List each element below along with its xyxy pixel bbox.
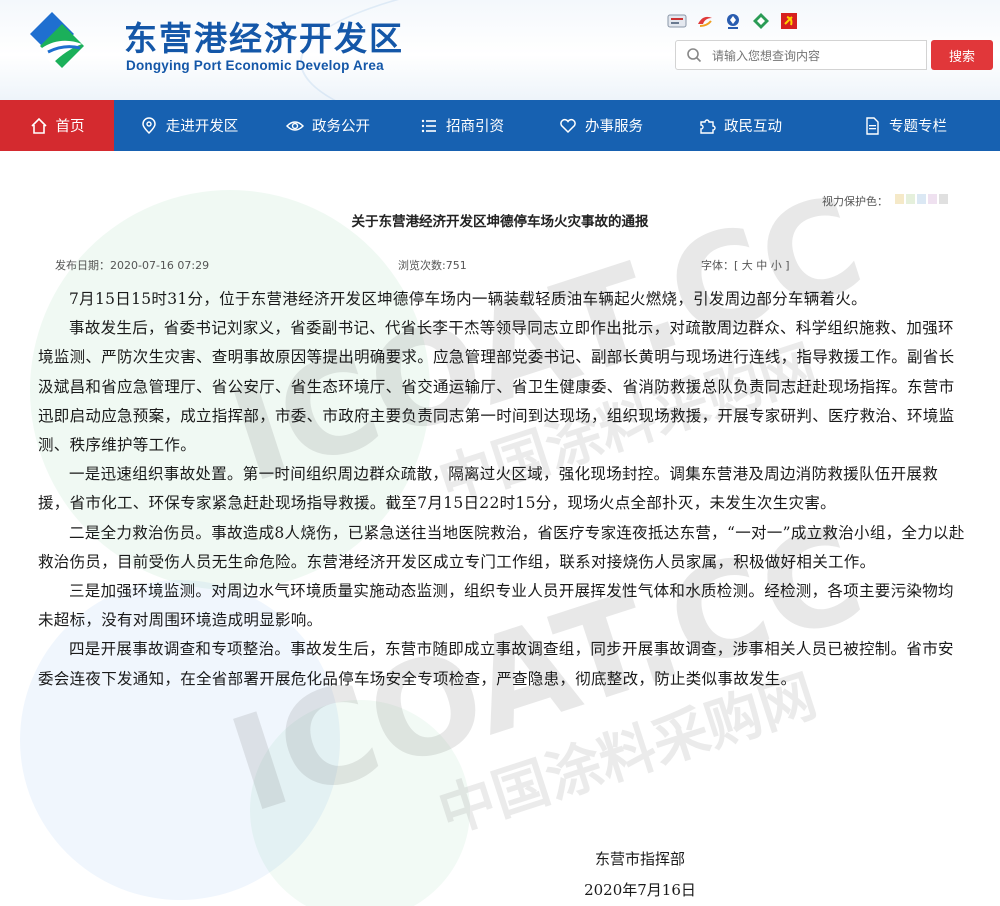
article-paragraph: 三是加强环境监测。对周边水气环境质量实施动态监测，组织专业人员开展挥发性气体和水…: [38, 582, 954, 630]
document-icon: [866, 116, 879, 135]
article-title: 关于东营港经济开发区坤德停车场火灾事故的通报: [351, 214, 649, 230]
header-quick-icons: [667, 12, 799, 30]
vision-swatch[interactable]: [895, 194, 904, 204]
main-nav: 首页 走进开发区 政务公开 招商引资 办事服务 政民互动 专题专栏: [0, 100, 1000, 151]
puzzle-icon: [700, 118, 716, 134]
vision-color-label: 视力保护色：: [822, 195, 888, 208]
search-box: [675, 40, 927, 70]
article-paragraph: 事故发生后，省委书记刘家义，省委副书记、代省长李干杰等领导同志立即作出批示，对疏…: [38, 319, 955, 455]
search-input[interactable]: [710, 45, 924, 67]
font-size-switch[interactable]: 字体：[ 大 中 小 ]: [701, 257, 790, 273]
emblem-icon[interactable]: [723, 12, 743, 30]
nav-item-about[interactable]: 走进开发区: [114, 100, 264, 151]
nav-item-services[interactable]: 办事服务: [532, 100, 670, 151]
nav-item-home[interactable]: 首页: [0, 100, 114, 151]
map-pin-icon: [141, 116, 156, 134]
article-paragraph: 一是迅速组织事故处置。第一时间组织周边群众疏散，隔离过火区域，强化现场封控。调集…: [38, 465, 939, 513]
weibo-icon[interactable]: [667, 12, 687, 30]
nav-item-gov-affairs[interactable]: 政务公开: [264, 100, 392, 151]
article-signature: 东营市指挥部: [594, 850, 685, 868]
publish-date: 发布日期：2020-07-16 07:29: [55, 259, 210, 272]
vision-swatch[interactable]: [906, 194, 915, 204]
vision-swatch[interactable]: [939, 194, 948, 204]
nav-item-label: 招商引资: [446, 119, 504, 135]
article-paragraph: 7月15日15时31分，位于东营港经济开发区坤德停车场内一辆装载轻质油车辆起火燃…: [69, 290, 867, 308]
article-paragraph: 二是全力救治伤员。事故造成8人烧伤，已紧急送往当地医院救治，省医疗专家连夜抵达东…: [38, 523, 965, 571]
article-date: 2020年7月16日: [584, 881, 696, 899]
article-body: 7月15日15时31分，位于东营港经济开发区坤德停车场内一辆装载轻质油车辆起火燃…: [38, 285, 966, 694]
search-icon: [687, 48, 702, 63]
site-name-cn[interactable]: 东营港经济开发区: [124, 12, 404, 60]
home-icon: [30, 117, 47, 134]
swirl-icon[interactable]: [695, 12, 715, 30]
nav-item-label: 走进开发区: [165, 119, 239, 135]
nav-item-label: 专题专栏: [889, 119, 947, 135]
heart-icon: [560, 118, 576, 133]
site-name-en: Dongying Port Economic Develop Area: [126, 58, 384, 73]
vision-color-swatches: [895, 194, 948, 204]
view-count: 浏览次数:751: [398, 259, 467, 272]
nav-item-label: 首页: [55, 119, 85, 135]
nav-item-investment[interactable]: 招商引资: [392, 100, 532, 151]
nav-item-label: 政民互动: [724, 119, 782, 135]
nav-item-topics[interactable]: 专题专栏: [810, 100, 1000, 151]
article-paragraph: 四是开展事故调查和专项整治。事故发生后，东营市随即成立事故调查组，同步开展事故调…: [38, 640, 954, 688]
party-emblem-icon[interactable]: [779, 12, 799, 30]
eye-icon: [286, 120, 304, 131]
nav-item-label: 办事服务: [585, 119, 643, 135]
vision-swatch[interactable]: [928, 194, 937, 204]
search-button[interactable]: 搜索: [931, 40, 993, 70]
nav-item-label: 政务公开: [312, 119, 370, 135]
nav-item-interaction[interactable]: 政民互动: [670, 100, 810, 151]
site-logo-icon[interactable]: [22, 6, 102, 86]
site-header: 东营港经济开发区 Dongying Port Economic Develop …: [0, 0, 1000, 100]
list-icon: [421, 119, 436, 132]
vision-swatch[interactable]: [917, 194, 926, 204]
diamond-icon[interactable]: [751, 12, 771, 30]
